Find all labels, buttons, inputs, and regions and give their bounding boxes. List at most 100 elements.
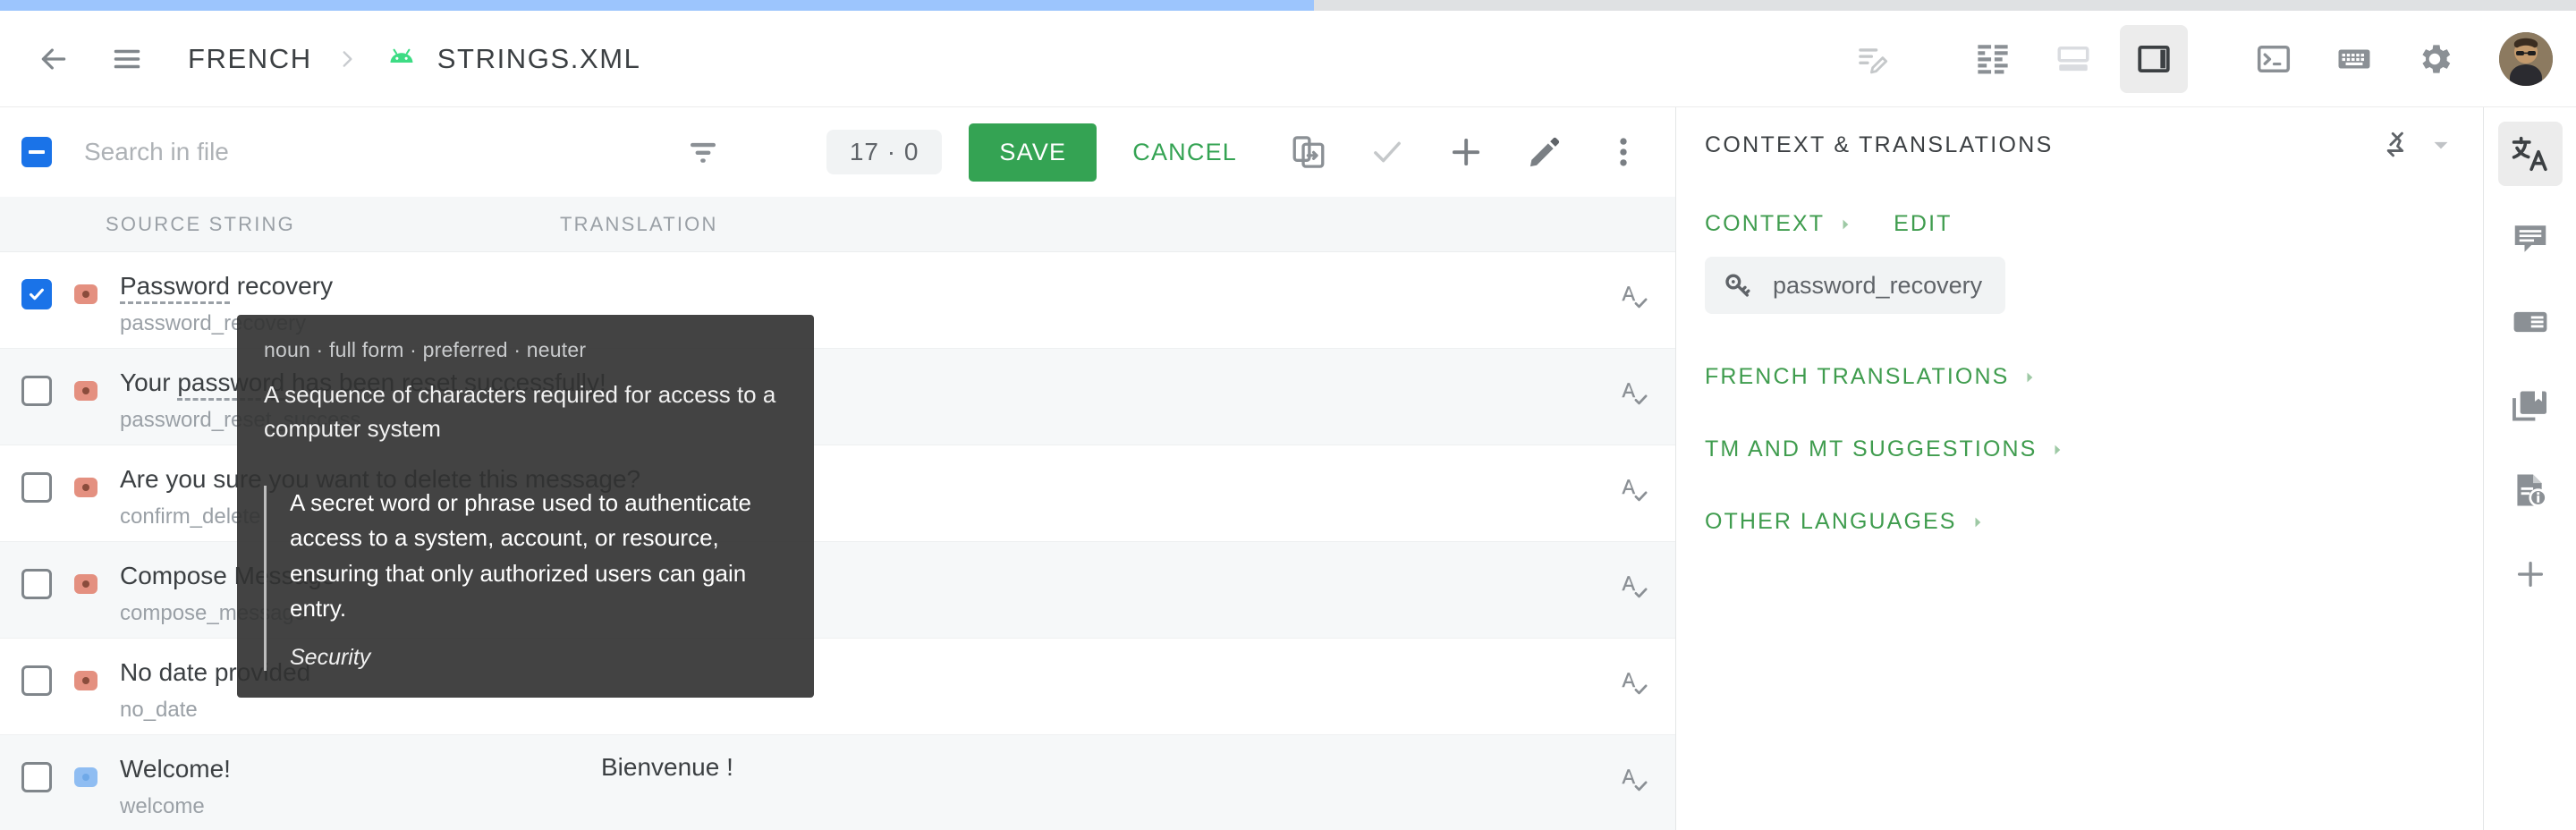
context-section-toggle[interactable]: CONTEXT: [1705, 211, 1854, 237]
main-menu-button[interactable]: [93, 25, 161, 93]
rail-item-translations[interactable]: [2497, 122, 2563, 186]
check-icon: [1374, 141, 1401, 163]
filter-icon: [691, 142, 716, 163]
screenshot-icon: [2513, 311, 2546, 333]
table-header-row: SOURCE STRING TRANSLATION: [0, 197, 1675, 252]
vertical-layout-button[interactable]: [2120, 24, 2188, 93]
row-spellcheck-button[interactable]: [1613, 275, 1652, 315]
translate-icon: [2512, 136, 2547, 172]
rail-item-comments[interactable]: [2498, 206, 2563, 270]
breadcrumb-file[interactable]: STRINGS.XML: [437, 43, 641, 75]
source-string-text: Your password has been reset successfull…: [120, 367, 606, 401]
filter-button[interactable]: [674, 123, 732, 181]
edit-button[interactable]: [1516, 123, 1573, 181]
glossary-term[interactable]: password: [177, 368, 285, 401]
hamburger-menu-icon: [114, 49, 140, 68]
split-columns-icon: [1978, 44, 2008, 73]
source-string-key: no_date: [120, 698, 198, 722]
table-row[interactable]: Your password has been reset successfull…: [0, 349, 1675, 445]
breadcrumb-separator: [335, 47, 359, 71]
context-section-header: CONTEXT EDIT: [1705, 211, 2483, 237]
keyboard-shortcuts-button[interactable]: [2320, 25, 2388, 93]
breadcrumb-language[interactable]: FRENCH: [188, 43, 312, 75]
pencil-icon: [1530, 137, 1560, 167]
status-dot-core: [82, 484, 89, 491]
row-status-indicator: [66, 277, 106, 311]
row-checkbox[interactable]: [21, 472, 52, 503]
copy-source-button[interactable]: [1280, 123, 1337, 181]
table-row[interactable]: No date provided no_date: [0, 639, 1675, 735]
horizontal-layout-button[interactable]: [2039, 25, 2107, 93]
vertical-layout-icon: [2138, 45, 2170, 72]
row-spellcheck-button[interactable]: [1613, 469, 1652, 508]
edit-notes-button[interactable]: [1839, 25, 1907, 93]
translation-cell[interactable]: Bienvenue !: [540, 753, 1613, 782]
table-row[interactable]: Are you sure you want to delete this mes…: [0, 445, 1675, 542]
source-string-key: password_reset_success: [120, 408, 361, 432]
table-row[interactable]: Welcome! welcome Bienvenue !: [0, 735, 1675, 830]
source-text-suffix: recovery: [229, 272, 334, 300]
mark-reviewed-button[interactable]: [1359, 123, 1416, 181]
status-dot-core: [82, 580, 89, 588]
panel-section-toggle[interactable]: FRENCH TRANSLATIONS: [1705, 364, 2038, 390]
row-checkbox[interactable]: [21, 665, 52, 696]
row-checkbox[interactable]: [21, 376, 52, 406]
status-dot-core: [82, 677, 89, 684]
split-columns-layout-button[interactable]: [1959, 25, 2027, 93]
glossary-term[interactable]: Password: [120, 272, 230, 304]
glossary-icon: [2512, 391, 2546, 421]
row-spellcheck-button[interactable]: [1613, 565, 1652, 605]
avatar-image: [2499, 31, 2553, 86]
panel-title: CONTEXT & TRANSLATIONS: [1705, 131, 2054, 157]
save-button[interactable]: SAVE: [969, 123, 1097, 182]
row-checkbox[interactable]: [21, 569, 52, 599]
table-row[interactable]: Password recovery password_recovery: [0, 252, 1675, 349]
context-edit-link[interactable]: EDIT: [1894, 211, 1952, 237]
translation-text: Bienvenue !: [601, 753, 733, 781]
column-header-source: SOURCE STRING: [106, 212, 295, 235]
rail-item-glossary[interactable]: [2498, 374, 2563, 438]
page-progress-bar: [0, 0, 2576, 11]
terminal-button[interactable]: [2240, 25, 2308, 93]
panel-header-actions: [2374, 123, 2463, 167]
user-avatar[interactable]: [2499, 31, 2553, 86]
source-string-key: welcome: [120, 794, 205, 818]
rail-item-file-info[interactable]: [2498, 458, 2563, 522]
row-spellcheck-button[interactable]: [1613, 662, 1652, 701]
source-string-text: No date provided: [120, 658, 311, 686]
rail-item-add-panel[interactable]: [2498, 542, 2563, 606]
selection-count-badge: 17 · 0: [826, 130, 943, 174]
cancel-button[interactable]: CANCEL: [1111, 123, 1258, 182]
table-row[interactable]: Compose Message compose_message: [0, 542, 1675, 639]
search-input[interactable]: [84, 138, 513, 166]
row-spellcheck-button[interactable]: [1613, 758, 1652, 798]
select-all-checkbox[interactable]: [21, 137, 52, 167]
settings-button[interactable]: [2401, 25, 2469, 93]
panel-section-toggle[interactable]: OTHER LANGUAGES: [1705, 509, 1987, 535]
rail-item-screenshots[interactable]: [2498, 290, 2563, 354]
panel-section-toggle[interactable]: TM AND MT SUGGESTIONS: [1705, 436, 2066, 462]
source-cell: Password recovery password_recovery: [120, 270, 540, 336]
more-options-button[interactable]: [1595, 123, 1652, 181]
panel-sections: FRENCH TRANSLATIONS TM AND MT SUGGESTIONS…: [1705, 364, 2483, 535]
collapse-panel-button[interactable]: [2419, 123, 2463, 167]
pin-panel-button[interactable]: [2374, 123, 2419, 167]
add-string-button[interactable]: [1437, 123, 1495, 181]
back-button[interactable]: [20, 25, 88, 93]
source-cell: Are you sure you want to delete this mes…: [120, 463, 640, 529]
chevron-right-icon: [2048, 441, 2066, 459]
status-dot-icon: [74, 671, 97, 690]
status-dot-core: [82, 291, 89, 298]
header-actions: [1826, 24, 2576, 93]
row-status-indicator: [66, 470, 106, 504]
row-status-indicator: [66, 760, 106, 794]
source-string-text: Welcome!: [120, 755, 231, 783]
row-spellcheck-button[interactable]: [1613, 372, 1652, 411]
status-dot-icon: [74, 381, 97, 401]
source-cell: Your password has been reset successfull…: [120, 367, 606, 433]
context-key-chip[interactable]: password_recovery: [1705, 257, 2006, 314]
table-body: Password recovery password_recovery Your p…: [0, 252, 1675, 830]
row-checkbox[interactable]: [21, 279, 52, 309]
status-dot-icon: [74, 284, 97, 304]
row-checkbox[interactable]: [21, 762, 52, 792]
